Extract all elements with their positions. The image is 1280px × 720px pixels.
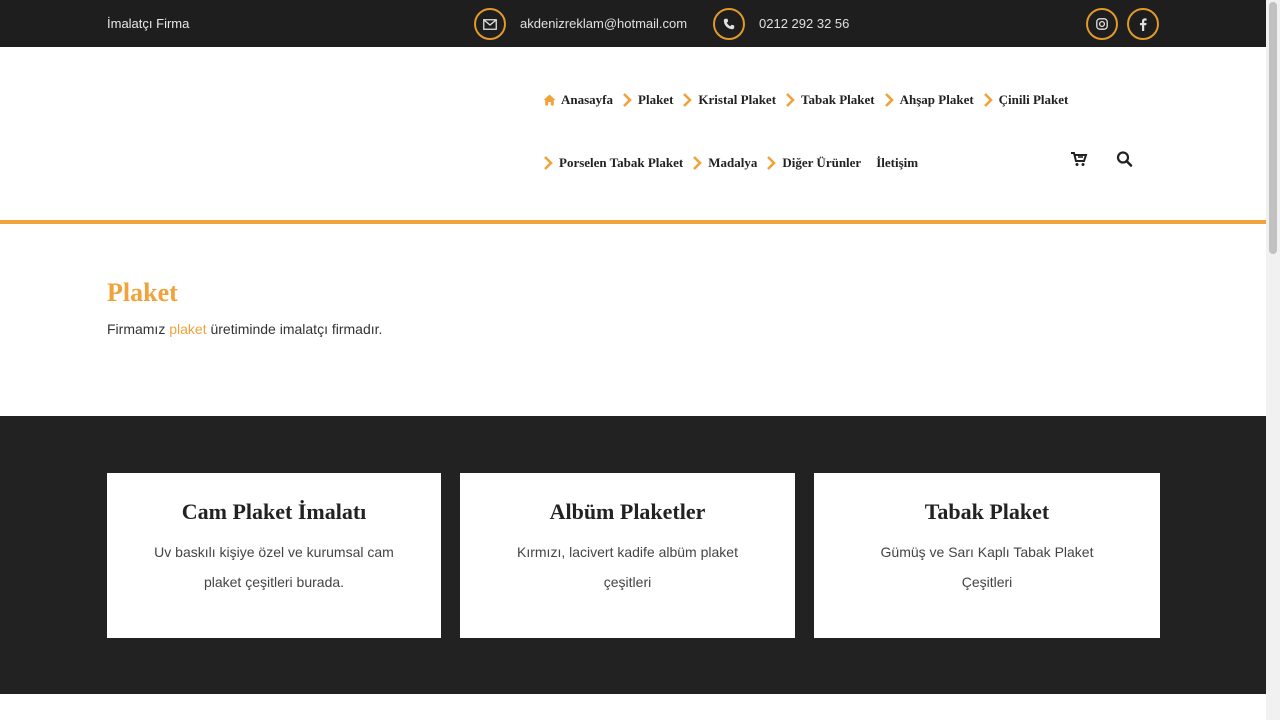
main-nav-row-1: Anasayfa Plaket Kristal Plaket Tabak Pla… [543, 90, 1077, 110]
card-title: Tabak Plaket [924, 499, 1050, 524]
nav-item-tabak-plaket[interactable]: Tabak Plaket [785, 92, 875, 108]
phone-icon [713, 8, 745, 40]
card-cam-plaket[interactable]: Cam Plaket İmalatı Uv baskılı kişiye öze… [107, 473, 441, 638]
email-link[interactable]: akdenizreklam@hotmail.com [520, 16, 687, 31]
nav-label: Porselen Tabak Plaket [559, 155, 684, 170]
chevron-right-icon [544, 156, 553, 170]
card-title: Albüm Plaketler [549, 499, 706, 524]
nav-label: Ahşap Plaket [899, 92, 974, 107]
nav-label: Diğer Ürünler [782, 155, 862, 170]
home-icon [543, 94, 556, 106]
nav-label: Tabak Plaket [801, 92, 875, 107]
card-text: Kırmızı, lacivert kadife albüm plaket çe… [517, 544, 738, 590]
nav-label: Çinili Plaket [998, 92, 1069, 107]
chevron-right-icon [983, 93, 993, 107]
instagram-icon[interactable] [1086, 8, 1118, 40]
card-album-plaketler[interactable]: Albüm Plaketler Kırmızı, lacivert kadife… [460, 473, 795, 638]
chevron-right-icon [623, 93, 632, 107]
nav-item-kristal-plaket[interactable]: Kristal Plaket [682, 92, 776, 108]
card-text: Gümüş ve Sarı Kaplı Tabak Plaket Çeşitle… [880, 544, 1094, 590]
scrollbar-thumb[interactable] [1269, 2, 1277, 254]
search-icon[interactable] [1115, 150, 1135, 168]
nav-label: İletişim [876, 155, 919, 170]
envelope-icon [474, 8, 506, 40]
chevron-right-icon [683, 93, 693, 107]
nav-item-ahsap-plaket[interactable]: Ahşap Plaket [884, 92, 974, 108]
phone-link[interactable]: 0212 292 32 56 [759, 16, 849, 31]
nav-label: Madalya [708, 155, 758, 170]
nav-item-cinili-plaket[interactable]: Çinili Plaket [983, 92, 1069, 108]
facebook-icon[interactable] [1127, 8, 1159, 40]
intro-text-start: Firmamız [107, 321, 170, 337]
nav-label: Kristal Plaket [698, 92, 777, 107]
nav-item-madalya[interactable]: Madalya [692, 155, 757, 171]
card-title: Cam Plaket İmalatı [181, 499, 367, 524]
featured-section: Cam Plaket İmalatı Uv baskılı kişiye öze… [0, 416, 1266, 694]
nav-item-iletisim[interactable]: İletişim [876, 155, 918, 171]
chevron-right-icon [693, 156, 703, 170]
nav-item-diger-urunler[interactable]: Diğer Ürünler [766, 155, 861, 171]
card-tabak-plaket[interactable]: Tabak Plaket Gümüş ve Sarı Kaplı Tabak P… [814, 473, 1160, 638]
chevron-right-icon [884, 93, 894, 107]
top-bar: İmalatçı Firma akdenizreklam@hotmail.com… [0, 0, 1266, 47]
intro-text-end: üretiminde imalatçı firmadır. [206, 321, 383, 337]
site-header: Anasayfa Plaket Kristal Plaket Tabak Pla… [0, 47, 1266, 220]
nav-item-anasayfa[interactable]: Anasayfa [543, 92, 613, 108]
nav-item-porselen-tabak-plaket[interactable]: Porselen Tabak Plaket [543, 155, 683, 171]
brand-text: İmalatçı Firma [107, 16, 190, 31]
cart-icon[interactable] [1069, 150, 1089, 168]
chevron-right-icon [786, 93, 795, 107]
intro-text: Firmamız plaket üretiminde imalatçı firm… [107, 321, 382, 337]
header-divider [0, 220, 1266, 224]
page-title: Plaket [107, 278, 178, 307]
chevron-right-icon [767, 156, 777, 170]
main-nav-row-2: Porselen Tabak Plaket Madalya Diğer Ürün… [543, 153, 927, 173]
card-text: Uv baskılı kişiye özel ve kurumsal cam p… [154, 544, 394, 590]
plaket-link[interactable]: plaket [169, 321, 206, 337]
nav-label: Anasayfa [561, 92, 614, 107]
nav-item-plaket[interactable]: Plaket [622, 92, 673, 108]
page-scrollbar[interactable] [1266, 0, 1280, 720]
nav-label: Plaket [638, 92, 674, 107]
